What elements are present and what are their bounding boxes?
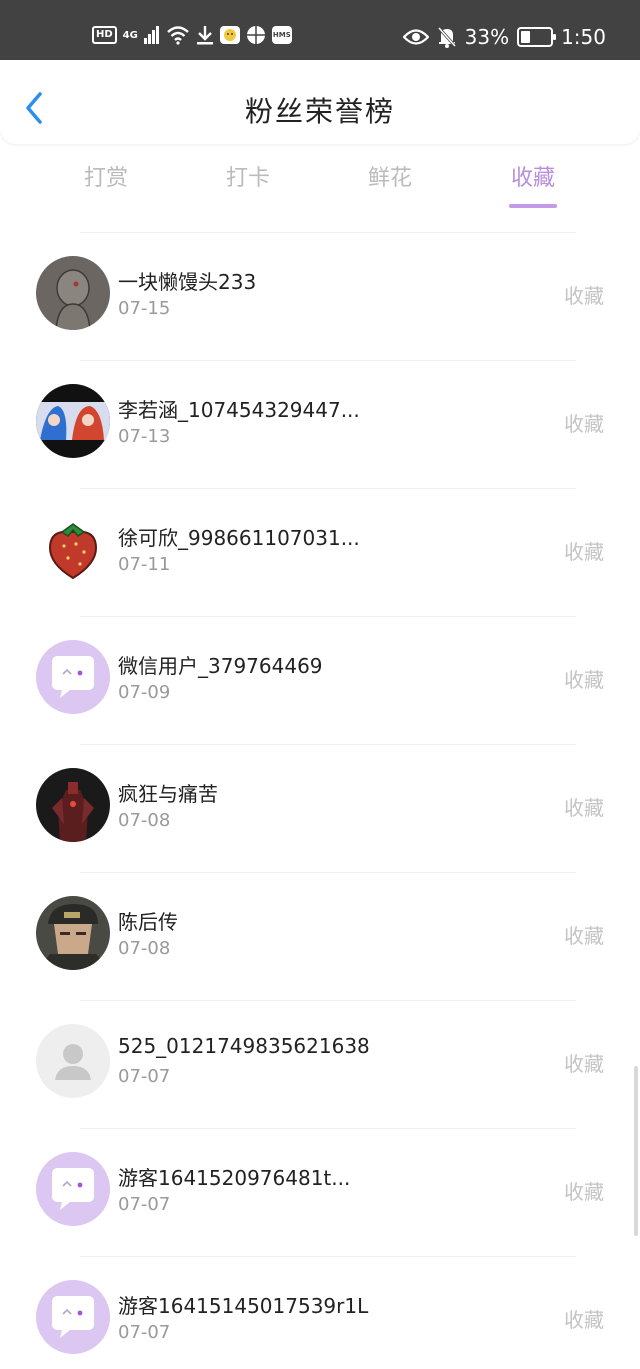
favorite-action: 收藏 bbox=[564, 796, 604, 820]
fan-name: 微信用户_379764469 bbox=[118, 654, 323, 678]
fan-date: 07-07 bbox=[118, 1322, 171, 1343]
avatar[interactable] bbox=[36, 896, 110, 970]
header: 粉丝荣誉榜 bbox=[0, 60, 640, 144]
avatar[interactable] bbox=[36, 384, 110, 458]
favorite-action: 收藏 bbox=[564, 668, 604, 692]
fan-date: 07-07 bbox=[118, 1066, 171, 1087]
status-icons-left: HD 4G HMS bbox=[92, 22, 292, 48]
clock: 1:50 bbox=[561, 25, 606, 49]
divider bbox=[80, 360, 576, 361]
list-item[interactable]: 徐可欣_998661107031... 07-11 收藏 bbox=[0, 488, 640, 616]
avatar[interactable] bbox=[36, 512, 110, 586]
avatar[interactable] bbox=[36, 1024, 110, 1098]
browser-icon bbox=[246, 26, 265, 44]
fan-date: 07-15 bbox=[118, 298, 171, 319]
fan-date: 07-07 bbox=[118, 1194, 171, 1215]
divider bbox=[80, 744, 576, 745]
favorite-action: 收藏 bbox=[564, 412, 604, 436]
avatar[interactable] bbox=[36, 768, 110, 842]
favorite-action: 收藏 bbox=[564, 1180, 604, 1204]
favorite-action: 收藏 bbox=[564, 924, 604, 948]
fan-name: 徐可欣_998661107031... bbox=[118, 526, 360, 550]
fan-name: 游客16415145017539r1L bbox=[118, 1294, 369, 1318]
battery-icon bbox=[517, 27, 557, 47]
tab-checkin[interactable]: 打卡 bbox=[198, 160, 298, 192]
fan-date: 07-09 bbox=[118, 682, 171, 703]
fan-name: 525_0121749835621638 bbox=[118, 1034, 370, 1058]
fan-name: 陈后传 bbox=[118, 910, 178, 934]
app-notification-icon bbox=[219, 26, 240, 44]
list-item[interactable]: 游客16415145017539r1L 07-07 收藏 bbox=[0, 1256, 640, 1369]
divider bbox=[80, 616, 576, 617]
fan-name: 李若涵_107454329447... bbox=[118, 398, 360, 422]
divider bbox=[80, 232, 576, 233]
divider bbox=[80, 1000, 576, 1001]
list-item[interactable]: 陈后传 07-08 收藏 bbox=[0, 872, 640, 1000]
favorite-action: 收藏 bbox=[564, 284, 604, 308]
cell-signal-icon bbox=[143, 26, 159, 44]
divider bbox=[80, 1256, 576, 1257]
list-item[interactable]: 李若涵_107454329447... 07-13 收藏 bbox=[0, 360, 640, 488]
avatar[interactable] bbox=[36, 640, 110, 714]
avatar[interactable] bbox=[36, 1152, 110, 1226]
list-item[interactable]: 游客1641520976481t... 07-07 收藏 bbox=[0, 1128, 640, 1256]
divider bbox=[80, 488, 576, 489]
tab-favorites-label: 收藏 bbox=[510, 166, 555, 191]
status-bar: HD 4G HMS 33% 1:50 bbox=[0, 0, 640, 60]
fan-date: 07-08 bbox=[118, 938, 171, 959]
list-item[interactable]: 一块懒馒头233 07-15 收藏 bbox=[0, 232, 640, 360]
favorite-action: 收藏 bbox=[564, 540, 604, 564]
tab-reward[interactable]: 打赏 bbox=[56, 160, 156, 192]
hms-icon: HMS bbox=[271, 26, 292, 44]
tab-flowers[interactable]: 鲜花 bbox=[340, 160, 440, 192]
fan-name: 游客1641520976481t... bbox=[118, 1166, 351, 1190]
favorite-action: 收藏 bbox=[564, 1052, 604, 1076]
hd-badge: HD bbox=[92, 26, 117, 44]
battery-percent: 33% bbox=[464, 25, 510, 49]
fan-name: 疯狂与痛苦 bbox=[118, 782, 218, 806]
tab-bar: 打赏 打卡 鲜花 收藏 bbox=[0, 160, 640, 216]
tab-favorites[interactable]: 收藏 bbox=[483, 160, 583, 208]
status-icons-right: 33% 1:50 bbox=[402, 22, 606, 52]
list-item[interactable]: 微信用户_379764469 07-09 收藏 bbox=[0, 616, 640, 744]
fan-name: 一块懒馒头233 bbox=[118, 270, 257, 294]
fan-list: 一块懒馒头233 07-15 收藏 李若涵_107454329447... 07… bbox=[0, 232, 640, 1369]
fan-date: 07-13 bbox=[118, 426, 171, 447]
favorite-action: 收藏 bbox=[564, 1308, 604, 1332]
scrollbar[interactable] bbox=[634, 1066, 638, 1236]
list-item[interactable]: 525_0121749835621638 07-07 收藏 bbox=[0, 1000, 640, 1128]
divider bbox=[80, 872, 576, 873]
eye-icon bbox=[402, 29, 429, 45]
muted-bell-icon bbox=[437, 27, 456, 48]
avatar[interactable] bbox=[36, 256, 110, 330]
download-icon bbox=[196, 26, 213, 45]
page-title: 粉丝荣誉榜 bbox=[244, 95, 395, 128]
wifi-icon bbox=[167, 26, 189, 45]
fan-date: 07-08 bbox=[118, 810, 171, 831]
list-item[interactable]: 疯狂与痛苦 07-08 收藏 bbox=[0, 744, 640, 872]
divider bbox=[80, 1128, 576, 1129]
fan-date: 07-11 bbox=[118, 554, 171, 575]
avatar[interactable] bbox=[36, 1280, 110, 1354]
active-tab-indicator bbox=[509, 204, 557, 208]
signal-4g-label: 4G bbox=[122, 29, 138, 41]
